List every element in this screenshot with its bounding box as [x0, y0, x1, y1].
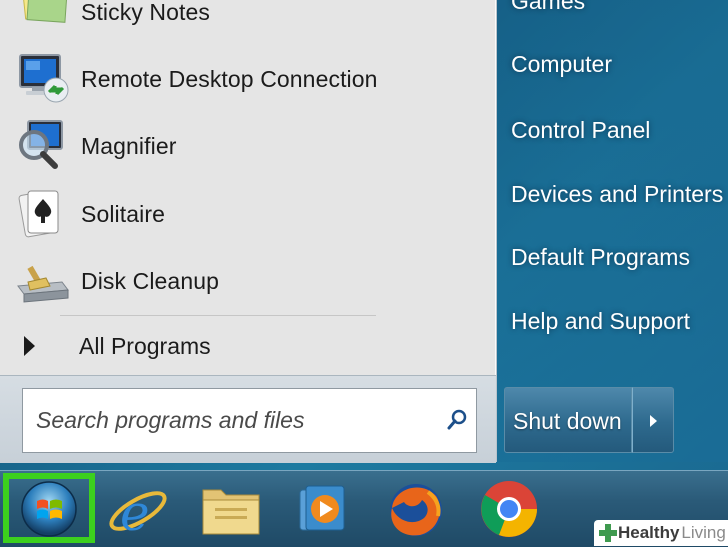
program-label: Remote Desktop Connection [81, 65, 378, 92]
program-magnifier[interactable]: Magnifier [12, 116, 482, 176]
program-remote-desktop[interactable]: Remote Desktop Connection [12, 49, 482, 109]
triangle-right-icon [650, 415, 657, 427]
shutdown-options-button[interactable] [632, 387, 674, 453]
solitaire-icon [18, 190, 59, 238]
right-link-games[interactable]: Games [511, 0, 585, 15]
firefox-icon[interactable] [384, 478, 448, 540]
all-programs-item[interactable]: All Programs [14, 322, 484, 370]
menu-divider [60, 315, 376, 316]
internet-explorer-icon[interactable]: e [106, 478, 170, 540]
windows-media-player-icon[interactable] [294, 478, 358, 540]
start-button[interactable] [3, 473, 95, 543]
svg-text:e: e [120, 484, 150, 540]
search-placeholder: Search programs and files [36, 407, 305, 433]
search-icon[interactable] [444, 407, 470, 433]
right-link-help-and-support[interactable]: Help and Support [511, 308, 690, 335]
right-link-control-panel[interactable]: Control Panel [511, 117, 650, 144]
windows-start-orb-icon [21, 481, 77, 537]
program-sticky-notes[interactable]: Sticky Notes [12, 0, 482, 42]
search-input[interactable]: Search programs and files [22, 388, 477, 453]
program-label: Magnifier [81, 132, 177, 159]
shutdown-label: Shut down [513, 408, 622, 434]
chrome-icon[interactable] [477, 478, 541, 540]
right-link-default-programs[interactable]: Default Programs [511, 244, 690, 271]
disk-cleanup-icon [17, 265, 69, 303]
program-disk-cleanup[interactable]: Disk Cleanup [12, 251, 482, 311]
windows-explorer-icon[interactable] [199, 478, 263, 540]
shutdown-button[interactable]: Shut down [504, 387, 632, 453]
right-link-computer[interactable]: Computer [511, 51, 612, 78]
watermark-text-light: Living [681, 523, 726, 542]
plus-logo-icon [599, 524, 617, 542]
magnifier-icon [19, 120, 63, 169]
remote-desktop-icon [19, 54, 69, 103]
watermark: Healthy Living [594, 520, 728, 546]
sticky-notes-icon [21, 0, 68, 23]
program-solitaire[interactable]: Solitaire [12, 184, 482, 244]
right-link-devices-and-printers[interactable]: Devices and Printers [511, 181, 723, 208]
program-label: Solitaire [81, 200, 165, 227]
watermark-text-bold: Healthy [618, 523, 680, 542]
all-programs-label: All Programs [79, 332, 211, 359]
program-label: Sticky Notes [81, 0, 211, 25]
triangle-right-icon [24, 336, 35, 356]
program-label: Disk Cleanup [81, 267, 219, 294]
